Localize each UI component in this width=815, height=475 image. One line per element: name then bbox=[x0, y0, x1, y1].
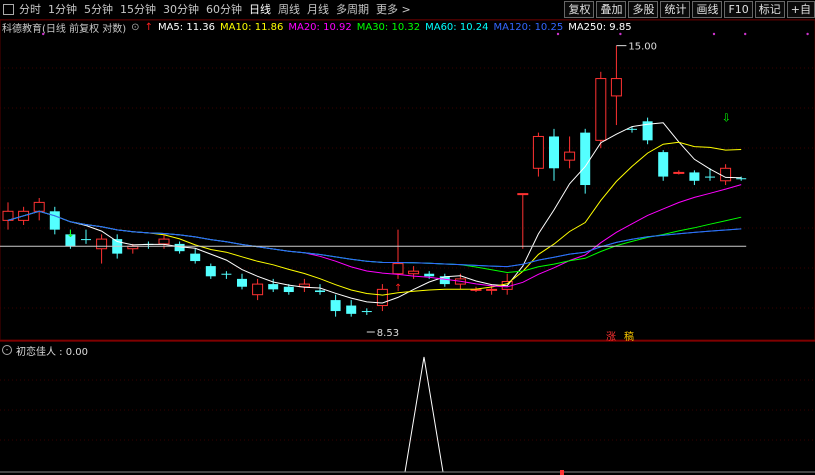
candle-body-34 bbox=[532, 135, 544, 169]
candle-body-14 bbox=[221, 273, 232, 275]
candle-body-45 bbox=[705, 176, 715, 178]
candle-body-36 bbox=[564, 151, 576, 161]
candle-body-35 bbox=[549, 136, 559, 169]
candle-body-22 bbox=[346, 305, 357, 314]
candle-body-38 bbox=[595, 78, 607, 141]
red-arrow-icon: ↑ bbox=[394, 283, 402, 294]
candle-body-23 bbox=[361, 311, 372, 313]
candle-body-27 bbox=[424, 273, 435, 277]
kline-chart[interactable]: 15.00 8.53 ↓ ↑ ⇩ 涨稿 bbox=[0, 0, 815, 475]
candle-body-5 bbox=[81, 239, 91, 241]
candle-body-33 bbox=[517, 193, 529, 196]
candle-body-18 bbox=[283, 286, 294, 293]
up-hollow-arrow-icon: ⇩ bbox=[722, 111, 731, 124]
candle-body-17 bbox=[268, 284, 279, 290]
candle-body-16 bbox=[252, 283, 264, 296]
candle-body-42 bbox=[658, 152, 669, 177]
candle-body-6 bbox=[96, 238, 108, 250]
tag-label: 稿 bbox=[624, 330, 634, 343]
high-label: 15.00 bbox=[628, 42, 657, 53]
candle-body-13 bbox=[205, 266, 216, 277]
candle-body-2 bbox=[33, 201, 45, 212]
signal-dot-1 bbox=[556, 32, 560, 36]
green-arrow-icon: ↓ bbox=[66, 229, 74, 240]
candle-body-20 bbox=[315, 290, 325, 293]
candle-body-47 bbox=[736, 178, 747, 180]
candle-body-10 bbox=[158, 238, 170, 245]
candle-body-37 bbox=[580, 132, 591, 186]
signal-dot-2 bbox=[619, 32, 622, 36]
candle-body-21 bbox=[330, 300, 341, 312]
signal-dot-5 bbox=[806, 32, 809, 36]
candle-body-46 bbox=[720, 167, 732, 182]
candle-body-43 bbox=[673, 171, 685, 174]
candle-body-44 bbox=[689, 172, 700, 181]
signal-dot-0 bbox=[42, 32, 45, 36]
candle-body-40 bbox=[627, 128, 637, 130]
indicator-spike bbox=[404, 356, 444, 473]
zhangting-label: 涨 bbox=[606, 331, 616, 343]
candle-body-3 bbox=[49, 211, 60, 230]
signal-dot-3 bbox=[712, 32, 716, 36]
candle-body-26 bbox=[408, 270, 420, 275]
low-label: 8.53 bbox=[377, 328, 399, 339]
candle-body-12 bbox=[190, 253, 201, 262]
candle-body-25 bbox=[392, 263, 404, 275]
candle-body-15 bbox=[237, 278, 247, 287]
candle-body-31 bbox=[486, 288, 498, 291]
ma-line-5 bbox=[7, 122, 742, 304]
signal-dot-4 bbox=[744, 32, 747, 36]
candle-body-39 bbox=[610, 78, 622, 97]
ma-line-20 bbox=[7, 184, 742, 288]
ma-line-120 bbox=[7, 210, 742, 268]
indicator-marker bbox=[560, 470, 564, 475]
